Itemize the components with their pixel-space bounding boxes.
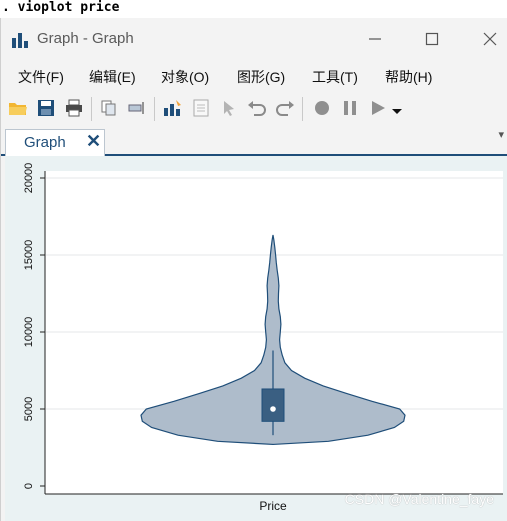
play-dropdown[interactable] — [390, 97, 404, 119]
pointer-icon — [224, 101, 234, 116]
record-icon — [315, 101, 329, 115]
redo-icon — [276, 101, 294, 116]
record-button[interactable] — [311, 97, 333, 119]
violin-plot: 0 5000 10000 15000 20000 Price — [23, 163, 503, 513]
x-axis-label: Price — [259, 499, 287, 513]
bar-chart-icon — [12, 33, 28, 48]
y-tick-label: 20000 — [23, 163, 35, 194]
menu-object[interactable]: 对象(O) — [161, 67, 209, 87]
play-icon — [372, 101, 385, 115]
toolbar-separator — [302, 97, 303, 121]
toolbar-separator — [154, 97, 155, 121]
close-button[interactable] — [472, 26, 507, 52]
graph-editor-button[interactable] — [162, 97, 184, 119]
y-tick-label: 5000 — [23, 397, 35, 421]
y-tick-label: 15000 — [23, 240, 35, 271]
toolbar — [1, 92, 507, 126]
title-bar: Graph - Graph — [1, 18, 507, 60]
chart-edit-icon — [164, 100, 181, 116]
y-ticks: 0 5000 10000 15000 20000 — [23, 163, 45, 489]
menu-graph[interactable]: 图形(G) — [237, 67, 285, 87]
save-button[interactable] — [35, 97, 57, 119]
tab-graph[interactable]: Graph ✕ — [5, 129, 105, 156]
undo-button[interactable] — [246, 97, 268, 119]
save-icon — [38, 100, 54, 116]
watermark: CSDN @Valentine_faye — [344, 491, 494, 507]
median-marker — [270, 406, 276, 412]
pointer-button[interactable] — [218, 97, 240, 119]
rename-button[interactable] — [126, 97, 148, 119]
toolbar-separator — [91, 97, 92, 121]
graph-canvas: 0 5000 10000 15000 20000 Price CSDN @Valenti… — [5, 156, 507, 521]
printer-icon — [66, 99, 82, 117]
maximize-button[interactable] — [414, 26, 450, 52]
undo-icon — [248, 101, 266, 116]
copy-button[interactable] — [98, 97, 120, 119]
maximize-icon — [425, 32, 439, 46]
tab-bar: Graph ✕ ▾ — [1, 126, 507, 156]
window-title: Graph - Graph — [37, 30, 134, 47]
print-button[interactable] — [63, 97, 85, 119]
redo-button[interactable] — [274, 97, 296, 119]
tab-label: Graph — [24, 134, 66, 151]
pause-button[interactable] — [339, 97, 361, 119]
open-button[interactable] — [7, 97, 29, 119]
minimize-button[interactable] — [357, 26, 393, 52]
copy-icon — [101, 100, 116, 116]
tab-overflow-icon[interactable]: ▾ — [498, 128, 504, 141]
menu-tools[interactable]: 工具(T) — [312, 67, 358, 87]
play-button[interactable] — [367, 97, 389, 119]
rename-icon — [128, 102, 144, 114]
minimize-icon — [369, 38, 381, 40]
caret-down-icon — [392, 109, 402, 114]
folder-icon — [9, 103, 27, 115]
graph-window: Graph - Graph 文件(F) 编辑(E) 对象(O) 图形(G) 工具… — [0, 18, 507, 521]
browser-button[interactable] — [190, 97, 212, 119]
document-icon — [193, 99, 209, 117]
menu-edit[interactable]: 编辑(E) — [89, 67, 136, 87]
close-icon — [483, 32, 497, 46]
iqr-box — [261, 388, 285, 422]
y-tick-label: 10000 — [23, 317, 35, 348]
menu-bar: 文件(F) 编辑(E) 对象(O) 图形(G) 工具(T) 帮助(H) — [1, 60, 507, 90]
y-tick-label: 0 — [23, 483, 35, 489]
pause-icon — [344, 101, 356, 115]
menu-help[interactable]: 帮助(H) — [385, 67, 432, 87]
command-line: . vioplot price — [0, 0, 507, 18]
tab-close-icon[interactable]: ✕ — [86, 131, 101, 152]
menu-file[interactable]: 文件(F) — [18, 67, 64, 87]
